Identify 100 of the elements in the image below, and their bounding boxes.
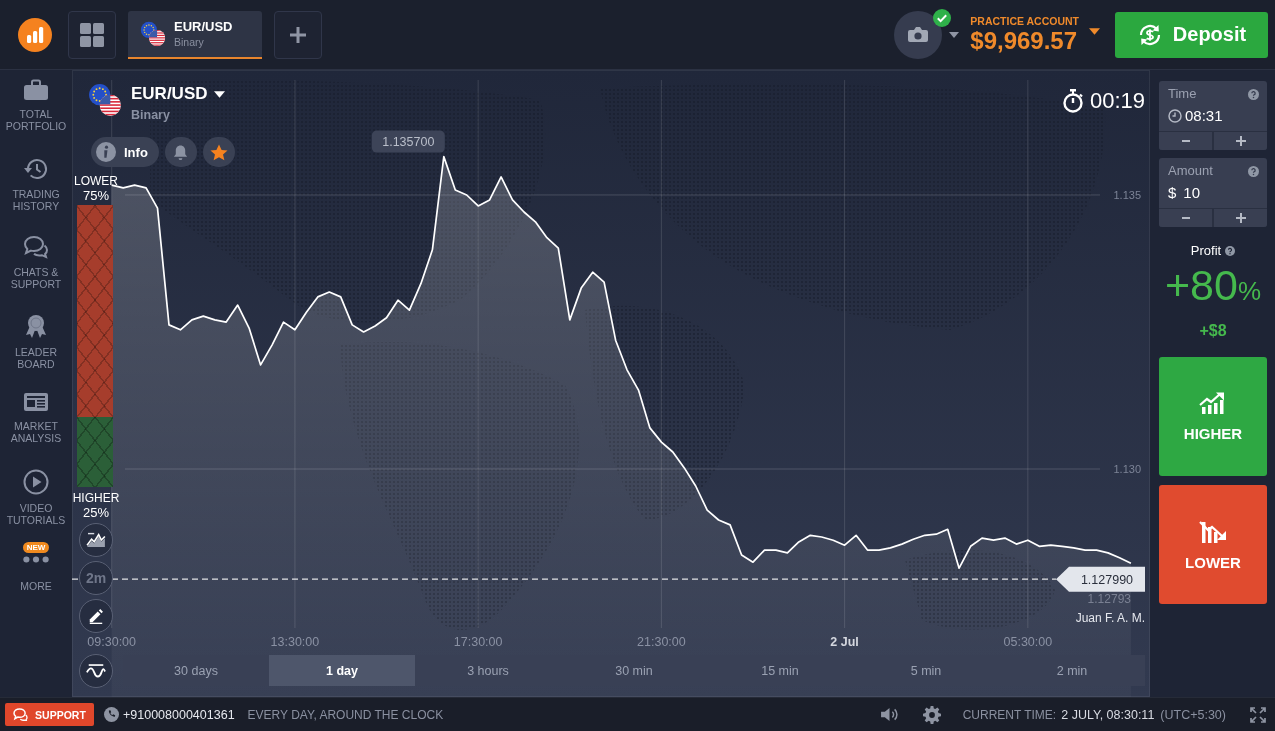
area-chart-icon: [86, 532, 106, 548]
briefcase-icon: [23, 79, 49, 101]
deposit-button[interactable]: Deposit: [1115, 11, 1268, 58]
sentiment-value: 75%: [83, 188, 109, 203]
sidebar-item[interactable]: LEADER BOARD: [0, 304, 72, 382]
period-tab[interactable]: 30 days: [123, 655, 269, 686]
axis-label: 1.135: [1113, 188, 1141, 201]
period-tab[interactable]: 15 min: [707, 655, 853, 686]
camera-icon: [907, 26, 930, 43]
chat-bubbles-icon: [23, 235, 49, 259]
grid-icon: [80, 22, 104, 47]
sidebar-item[interactable]: NEW MORE: [0, 538, 72, 616]
period-tab[interactable]: 30 min: [561, 655, 707, 686]
speaker-icon[interactable]: [879, 707, 899, 722]
falling-chart-icon: [1199, 518, 1227, 543]
sidebar-item[interactable]: TRADING HISTORY: [0, 148, 72, 226]
increase-button[interactable]: [1214, 132, 1267, 150]
higher-button[interactable]: HIGHER: [1159, 357, 1267, 476]
annotation: 1.135700: [382, 134, 435, 149]
wave-icon: [86, 663, 106, 679]
phone-number[interactable]: +910008000401361: [123, 707, 235, 722]
history-icon: [23, 157, 49, 181]
trader-price: 1.12793: [1087, 592, 1131, 606]
profit-percent: +80%: [1163, 263, 1263, 311]
lower-button[interactable]: LOWER: [1159, 485, 1267, 604]
currency-flags-icon: [88, 83, 122, 117]
more-dots-icon: [22, 556, 50, 563]
max-price-label: 1.135700: [371, 130, 445, 153]
countdown-timer: 00:19: [1089, 88, 1145, 114]
sentiment-label: HIGHER: [72, 491, 120, 505]
caret-icon[interactable]: [213, 90, 225, 98]
alerts-button[interactable]: [164, 137, 197, 167]
period-tab[interactable]: 5 min: [853, 655, 999, 686]
timezone: (UTC+5:30): [1160, 707, 1226, 722]
axis-label: 17:30:00: [453, 635, 503, 649]
chat-icon: [13, 708, 29, 721]
period-tab[interactable]: 1 day: [269, 655, 415, 686]
clock-icon: [1168, 109, 1182, 123]
chart-type-button[interactable]: [79, 523, 113, 557]
phone-icon: [104, 707, 119, 722]
asset-tab[interactable]: EUR/USD Binary: [128, 10, 262, 59]
axis-label: 21:30:00: [637, 635, 686, 649]
help-icon[interactable]: [1248, 88, 1259, 100]
plus-icon: [1235, 213, 1246, 223]
axis-label: 1.130: [1113, 463, 1141, 475]
profit-amount: +$8: [1198, 322, 1228, 340]
asset-title[interactable]: EUR/USD: [131, 84, 208, 104]
profit-label: Profit: [1190, 244, 1222, 258]
newspaper-icon: [23, 391, 49, 413]
rising-chart-icon: [1199, 391, 1227, 414]
pencil-icon: [88, 608, 104, 624]
plus-icon: [290, 26, 306, 43]
sidebar-item[interactable]: CHATS & SUPPORT: [0, 226, 72, 304]
amount-field[interactable]: $ 10: [1168, 184, 1259, 202]
axis-label: 09:30:00: [87, 635, 137, 649]
current-time: 2 JULY, 08:30:11: [1061, 707, 1155, 722]
current-time-label: CURRENT TIME:: [962, 707, 1057, 722]
account-balance[interactable]: $9,969.57: [970, 26, 1079, 55]
ref-line-label: 1.127990: [1080, 572, 1134, 587]
info-icon: [96, 142, 116, 162]
field-label: Time: [1168, 87, 1197, 101]
sentiment-value: 25%: [83, 505, 109, 520]
support-button[interactable]: SUPPORT: [5, 703, 94, 726]
time-field[interactable]: 08:31: [1168, 107, 1259, 125]
trader-name: Juan F. A. M.: [1075, 611, 1145, 625]
sentiment-label: LOWER: [74, 174, 118, 188]
account-type-label: PRACTICE ACCOUNT: [970, 14, 1079, 27]
logo-icon: [18, 17, 52, 52]
sidebar-item[interactable]: VIDEO TUTORIALS: [0, 460, 72, 538]
caret-icon[interactable]: [1089, 28, 1100, 35]
period-tab[interactable]: 3 hours: [415, 655, 561, 686]
interval-button[interactable]: 2m: [79, 561, 113, 595]
period-tab[interactable]: 2 min: [999, 655, 1145, 686]
help-icon[interactable]: [1248, 165, 1259, 177]
plus-icon: [1235, 136, 1246, 146]
add-tab-button[interactable]: [274, 10, 322, 59]
play-icon: [23, 469, 49, 495]
grid-view-button[interactable]: [68, 10, 116, 59]
minus-icon: [1181, 217, 1190, 219]
favorite-button[interactable]: [202, 137, 235, 167]
fullscreen-icon[interactable]: [1250, 706, 1266, 723]
asset-subtitle: Binary: [131, 108, 171, 122]
minus-icon: [1181, 140, 1190, 142]
profile-avatar[interactable]: [894, 10, 943, 59]
info-button[interactable]: Info: [91, 137, 159, 167]
sidebar-item[interactable]: TOTAL PORTFOLIO: [0, 70, 72, 148]
drawing-button[interactable]: [79, 599, 113, 633]
increase-button[interactable]: [1214, 209, 1267, 227]
axis-label: 13:30:00: [270, 635, 320, 649]
axis-label: 2 Jul: [830, 635, 859, 649]
support-hours: EVERY DAY, AROUND THE CLOCK: [247, 707, 444, 722]
bell-icon: [172, 143, 190, 161]
stopwatch-icon: [1061, 89, 1084, 113]
sidebar-item[interactable]: MARKET ANALYSIS: [0, 382, 72, 460]
indicators-button[interactable]: [79, 654, 113, 688]
field-label: Amount: [1168, 164, 1213, 178]
currency-flags-icon: [140, 20, 166, 47]
new-badge: NEW: [22, 542, 50, 553]
settings-icon[interactable]: [922, 705, 941, 724]
help-icon[interactable]: [1225, 246, 1236, 256]
